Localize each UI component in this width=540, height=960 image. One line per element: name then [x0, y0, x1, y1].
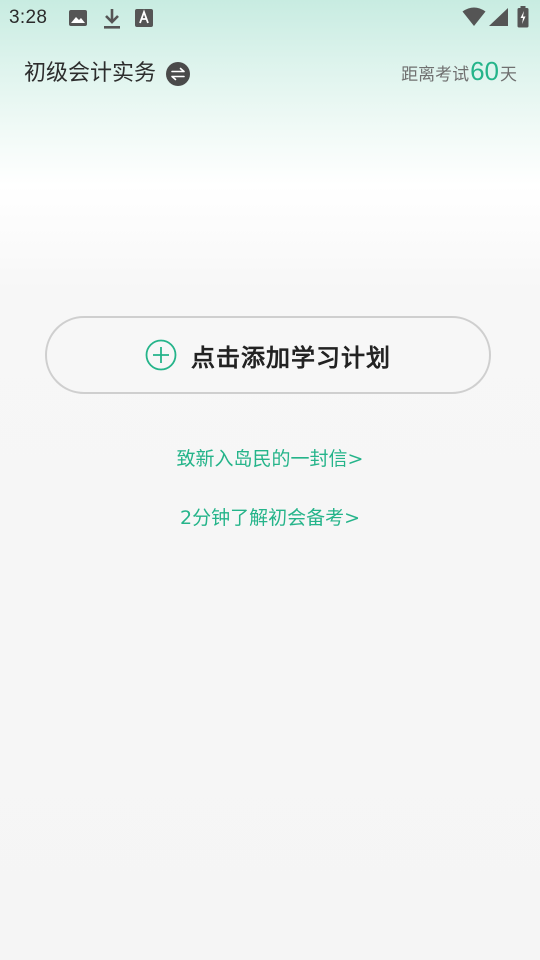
- battery-icon: [517, 6, 529, 32]
- countdown-suffix: 天: [500, 65, 517, 85]
- countdown-prefix: 距离考试: [401, 65, 470, 85]
- subject-switcher[interactable]: 初级会计实务: [24, 59, 191, 89]
- image-icon: [68, 8, 88, 32]
- letter-to-newcomers-link[interactable]: 致新入岛民的一封信>: [0, 444, 540, 471]
- font-icon: [135, 8, 153, 32]
- status-bar: 3:28: [0, 0, 540, 36]
- plus-circle-icon: [145, 339, 177, 371]
- subject-title: 初级会计实务: [24, 61, 157, 86]
- exam-intro-link[interactable]: 2分钟了解初会备考>: [0, 503, 540, 530]
- swap-icon[interactable]: [166, 62, 191, 86]
- exam-countdown: 距离考试 60 天: [401, 56, 517, 87]
- add-study-plan-button[interactable]: 点击添加学习计划: [45, 316, 491, 394]
- wifi-icon: [462, 7, 486, 31]
- cellular-signal-icon: [488, 7, 509, 31]
- add-study-plan-label: 点击添加学习计划: [191, 343, 391, 372]
- countdown-days: 60: [470, 56, 499, 86]
- status-time: 3:28: [9, 7, 48, 28]
- header: 初级会计实务 距离考试 60 天: [0, 52, 540, 96]
- download-icon: [102, 8, 122, 34]
